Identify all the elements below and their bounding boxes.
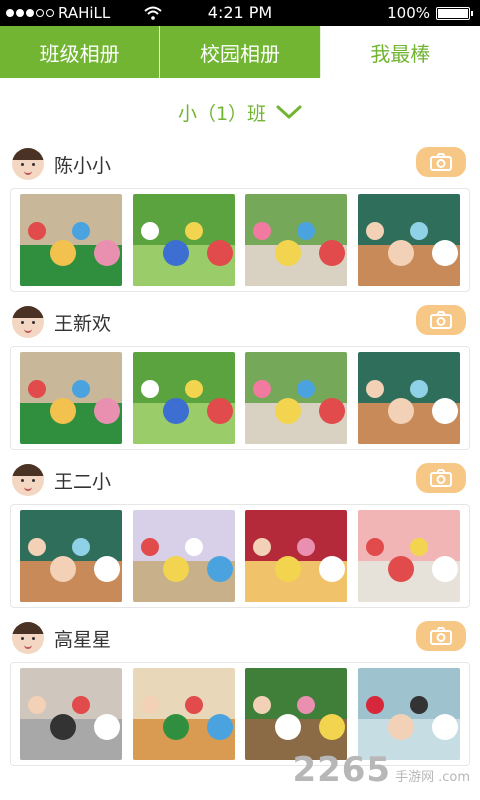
- class-selector-label: 小（1）班: [177, 102, 267, 125]
- photo-thumbnail[interactable]: [245, 194, 348, 286]
- student-group: 王二小: [2, 462, 478, 608]
- photo-thumbnail[interactable]: [20, 194, 122, 286]
- avatar[interactable]: [12, 306, 44, 338]
- photo-thumbnail[interactable]: [245, 668, 348, 760]
- student-group: 王新欢: [2, 304, 478, 450]
- photo-thumbnail[interactable]: [357, 510, 460, 602]
- photo-thumbnail[interactable]: [20, 352, 122, 444]
- student-name: 王新欢: [54, 312, 112, 335]
- student-header: 王新欢: [2, 304, 478, 340]
- student-name: 高星星: [54, 628, 112, 651]
- avatar[interactable]: [12, 622, 44, 654]
- watermark-site: 手游网: [395, 770, 435, 785]
- tab-best-me[interactable]: 我最棒: [319, 26, 480, 78]
- student-name: 王二小: [54, 470, 112, 493]
- photo-thumbnail[interactable]: [20, 510, 122, 602]
- camera-button[interactable]: [416, 147, 466, 177]
- camera-button[interactable]: [416, 463, 466, 493]
- student-group: 陈小小: [2, 146, 478, 292]
- student-header: 高星星: [2, 620, 478, 656]
- avatar[interactable]: [12, 148, 44, 180]
- photo-thumbnail[interactable]: [357, 668, 460, 760]
- photo-strip: [10, 504, 470, 608]
- photo-thumbnail[interactable]: [132, 510, 235, 602]
- tab-bar: 班级相册 校园相册 我最棒: [0, 26, 480, 78]
- chevron-down-icon: [276, 105, 302, 119]
- battery-percentage: 100%: [387, 4, 430, 22]
- student-name: 陈小小: [54, 154, 112, 177]
- photo-thumbnail[interactable]: [245, 510, 348, 602]
- camera-icon: [430, 311, 452, 329]
- photo-strip: [10, 346, 470, 450]
- camera-button[interactable]: [416, 621, 466, 651]
- photo-thumbnail[interactable]: [132, 194, 235, 286]
- photo-thumbnail[interactable]: [132, 352, 235, 444]
- photo-thumbnail[interactable]: [132, 668, 235, 760]
- photo-strip: [10, 188, 470, 292]
- class-selector[interactable]: 小（1）班: [2, 78, 478, 146]
- tab-campus-album[interactable]: 校园相册: [159, 26, 320, 78]
- student-group: 高星星: [2, 620, 478, 766]
- photo-thumbnail[interactable]: [20, 668, 122, 760]
- main-content: 小（1）班 陈小小王新欢王二小高星星: [2, 78, 478, 800]
- student-header: 王二小: [2, 462, 478, 498]
- photo-thumbnail[interactable]: [357, 352, 460, 444]
- photo-thumbnail[interactable]: [245, 352, 348, 444]
- status-bar: RAHiLL 4:21 PM 100%: [0, 0, 480, 26]
- photo-thumbnail[interactable]: [357, 194, 460, 286]
- camera-button[interactable]: [416, 305, 466, 335]
- student-header: 陈小小: [2, 146, 478, 182]
- watermark-logo: 2265: [292, 750, 392, 790]
- camera-icon: [430, 153, 452, 171]
- battery-icon: [436, 6, 473, 20]
- watermark: 2265 手游网 .com: [292, 750, 470, 790]
- camera-icon: [430, 627, 452, 645]
- avatar[interactable]: [12, 464, 44, 496]
- watermark-domain: .com: [438, 770, 470, 785]
- student-list: 陈小小王新欢王二小高星星: [2, 146, 478, 766]
- camera-icon: [430, 469, 452, 487]
- tab-class-album[interactable]: 班级相册: [0, 26, 160, 78]
